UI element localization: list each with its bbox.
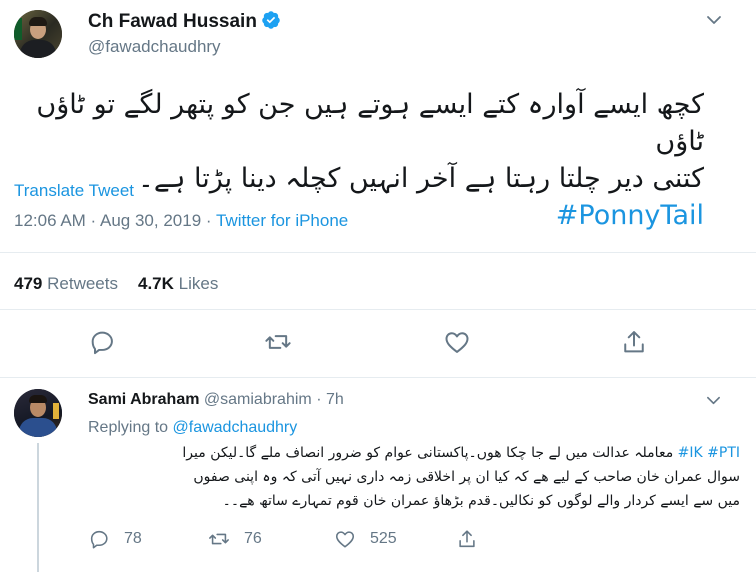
author-name[interactable]: Ch Fawad Hussain <box>88 11 257 32</box>
tweet-time[interactable]: 12:06 AM <box>14 211 86 230</box>
tweet-stats: 479 Retweets 4.7K Likes <box>14 274 218 294</box>
divider <box>0 252 756 253</box>
retweet-icon[interactable] <box>264 328 292 356</box>
reply-text-line: میں سے ایسے کردار والے لوگوں کو نکالیں۔ق… <box>222 493 740 509</box>
main-tweet: Ch Fawad Hussain @fawadchaudhry کچھ ایسے… <box>0 0 756 378</box>
like-icon[interactable] <box>443 328 471 356</box>
like-icon <box>335 531 355 548</box>
reply-tweet[interactable]: Sami Abraham @samiabrahim · 7h Replying … <box>0 379 756 572</box>
mention-link[interactable]: @fawadchaudhry <box>173 419 298 436</box>
chevron-down-icon[interactable] <box>706 12 722 28</box>
reply-icon[interactable] <box>88 328 116 356</box>
hashtag-link[interactable]: #IK #PTI <box>678 445 740 461</box>
reply-text-line: سوال عمران خان صاحب کے لیے ھے کہ کیا ان … <box>193 469 740 485</box>
tweet-source[interactable]: Twitter for iPhone <box>216 211 348 230</box>
share-icon[interactable] <box>620 328 648 356</box>
retweet-count: 76 <box>244 530 262 547</box>
chevron-down-icon[interactable] <box>706 393 721 408</box>
reply-reply-button[interactable]: 78 <box>88 528 142 550</box>
hashtag-link[interactable]: #PonnyTail <box>556 200 704 231</box>
translate-tweet-link[interactable]: Translate Tweet <box>14 181 134 201</box>
reply-author-avatar[interactable] <box>14 389 62 437</box>
tweet-date[interactable]: Aug 30, 2019 <box>100 211 201 230</box>
divider <box>0 309 756 310</box>
reply-icon <box>90 530 108 549</box>
thread-line <box>37 443 39 572</box>
reply-text: #IK #PTI معاملہ عدالت میں لے جا چکا ھوں۔… <box>100 441 740 513</box>
tweet-actions <box>0 328 756 360</box>
likes-stat[interactable]: 4.7K Likes <box>138 274 218 293</box>
tweet-text-line: کچھ ایسے آوارہ کتے ایسے ہوتے ہیں جن کو پ… <box>36 89 704 157</box>
reply-retweet-button[interactable]: 76 <box>208 528 262 550</box>
retweets-stat[interactable]: 479 Retweets <box>14 274 118 293</box>
reply-actions: 78 76 525 <box>0 528 756 552</box>
verified-badge-icon <box>262 11 280 29</box>
retweet-icon <box>209 533 229 545</box>
reply-like-button[interactable]: 525 <box>334 528 397 550</box>
reply-share-button[interactable] <box>456 528 492 550</box>
reply-text-line: #IK #PTI معاملہ عدالت میں لے جا چکا ھوں۔… <box>182 445 740 461</box>
reply-author-name[interactable]: Sami Abraham <box>88 391 199 408</box>
like-count: 525 <box>370 530 397 547</box>
tweet-meta: 12:06 AM · Aug 30, 2019 · Twitter for iP… <box>14 211 349 230</box>
reply-time[interactable]: 7h <box>326 391 344 408</box>
author-name-row[interactable]: Ch Fawad Hussain <box>88 10 281 33</box>
divider <box>0 377 756 378</box>
replying-to: Replying to @fawadchaudhry <box>88 419 298 436</box>
reply-author-handle[interactable]: @samiabrahim <box>204 391 312 408</box>
reply-header: Sami Abraham @samiabrahim · 7h <box>88 391 344 408</box>
reply-count: 78 <box>124 530 142 547</box>
share-icon <box>459 530 475 548</box>
author-handle[interactable]: @fawadchaudhry <box>88 37 221 57</box>
author-avatar[interactable] <box>14 10 62 58</box>
